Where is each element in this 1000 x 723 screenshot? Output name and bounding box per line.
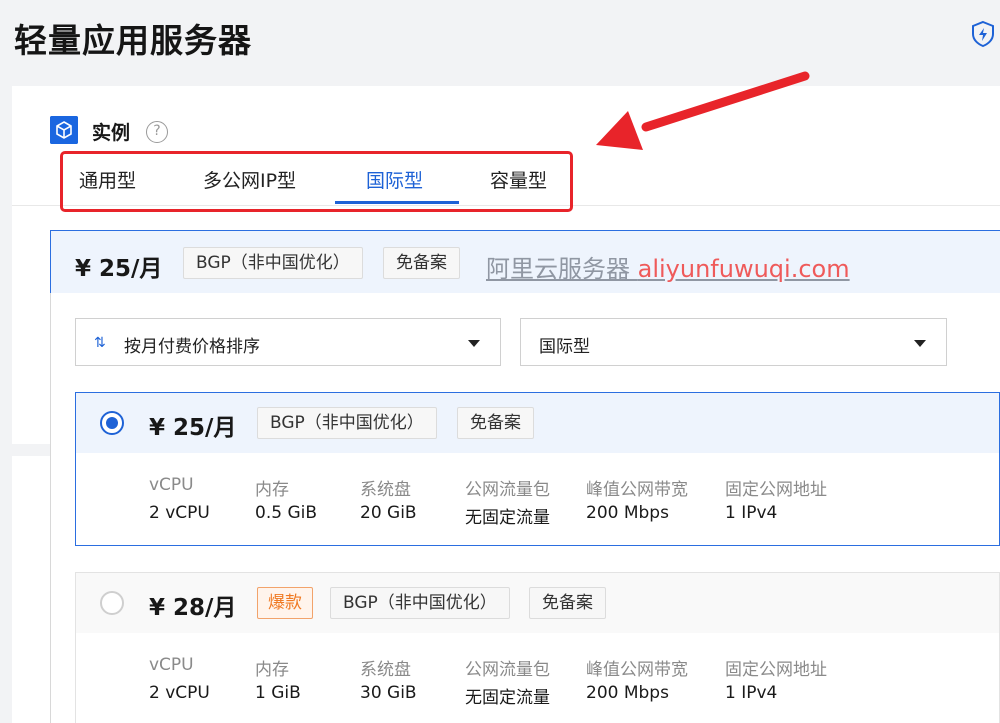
watermark-link[interactable]: 阿里云服务器 aliyunfuwuqi.com: [486, 249, 850, 284]
plan-price: ¥ 25/月: [149, 415, 237, 441]
spec-label-ip: 固定公网地址: [725, 660, 827, 680]
watermark-url: aliyunfuwuqi.com: [637, 255, 850, 283]
plan-price: ¥ 28/月: [149, 595, 237, 621]
spec-label-memory: 内存: [255, 480, 289, 500]
spec-value-disk: 20 GiB: [360, 503, 417, 523]
spec-value-memory: 0.5 GiB: [255, 503, 317, 523]
plan-tag-bgp: BGP（非中国优化）: [257, 407, 437, 439]
page-title: 轻量应用服务器: [14, 21, 252, 60]
spec-value-traffic: 无固定流量: [465, 688, 550, 708]
spec-label-disk: 系统盘: [360, 480, 411, 500]
spec-value-bandwidth: 200 Mbps: [586, 683, 669, 703]
plan-radio-selected[interactable]: [100, 411, 124, 435]
plan-card[interactable]: ¥ 28/月 爆款 BGP（非中国优化） 免备案 vCPU 内存 系统盘 公网流…: [75, 572, 1000, 723]
instance-title: 实例: [92, 122, 131, 144]
spec-value-disk: 30 GiB: [360, 683, 417, 703]
sort-select[interactable]: ⇅ 按月付费价格排序: [75, 318, 501, 366]
spec-label-ip: 固定公网地址: [725, 480, 827, 500]
summary-tag-bgp: BGP（非中国优化）: [183, 247, 363, 279]
spec-value-ip: 1 IPv4: [725, 683, 778, 703]
spec-value-bandwidth: 200 Mbps: [586, 503, 669, 523]
spec-value-traffic: 无固定流量: [465, 508, 550, 528]
plan-tag-no-icp: 免备案: [529, 587, 606, 619]
spec-label-traffic: 公网流量包: [465, 660, 550, 680]
watermark-site-name: 阿里云服务器: [486, 255, 630, 283]
type-select[interactable]: 国际型: [520, 318, 947, 366]
type-select-label: 国际型: [539, 337, 590, 357]
spec-value-ip: 1 IPv4: [725, 503, 778, 523]
help-icon[interactable]: ?: [146, 121, 168, 143]
summary-price: ¥ 25/月: [75, 256, 163, 282]
sort-select-label: 按月付费价格排序: [124, 337, 260, 357]
spec-label-memory: 内存: [255, 660, 289, 680]
spec-label-bandwidth: 峰值公网带宽: [586, 660, 688, 680]
spec-label-traffic: 公网流量包: [465, 480, 550, 500]
shield-lightning-icon[interactable]: [970, 20, 996, 48]
spec-label-disk: 系统盘: [360, 660, 411, 680]
chevron-down-icon: [468, 340, 480, 347]
spec-label-vcpu: vCPU: [149, 655, 194, 675]
chevron-down-icon: [914, 340, 926, 347]
sort-icon: ⇅: [94, 335, 106, 351]
annotation-highlight-box: [60, 151, 573, 212]
spec-value-memory: 1 GiB: [255, 683, 301, 703]
hot-badge: 爆款: [257, 587, 313, 619]
plan-card[interactable]: ¥ 25/月 BGP（非中国优化） 免备案 vCPU 内存 系统盘 公网流量包 …: [75, 392, 1000, 546]
spec-label-bandwidth: 峰值公网带宽: [586, 480, 688, 500]
summary-tag-no-icp: 免备案: [383, 247, 460, 279]
spec-value-vcpu: 2 vCPU: [149, 503, 210, 523]
plan-tag-no-icp: 免备案: [457, 407, 534, 439]
spec-label-vcpu: vCPU: [149, 475, 194, 495]
plan-tag-bgp: BGP（非中国优化）: [330, 587, 510, 619]
spec-value-vcpu: 2 vCPU: [149, 683, 210, 703]
plan-radio[interactable]: [100, 591, 124, 615]
cube-icon: [50, 116, 78, 144]
